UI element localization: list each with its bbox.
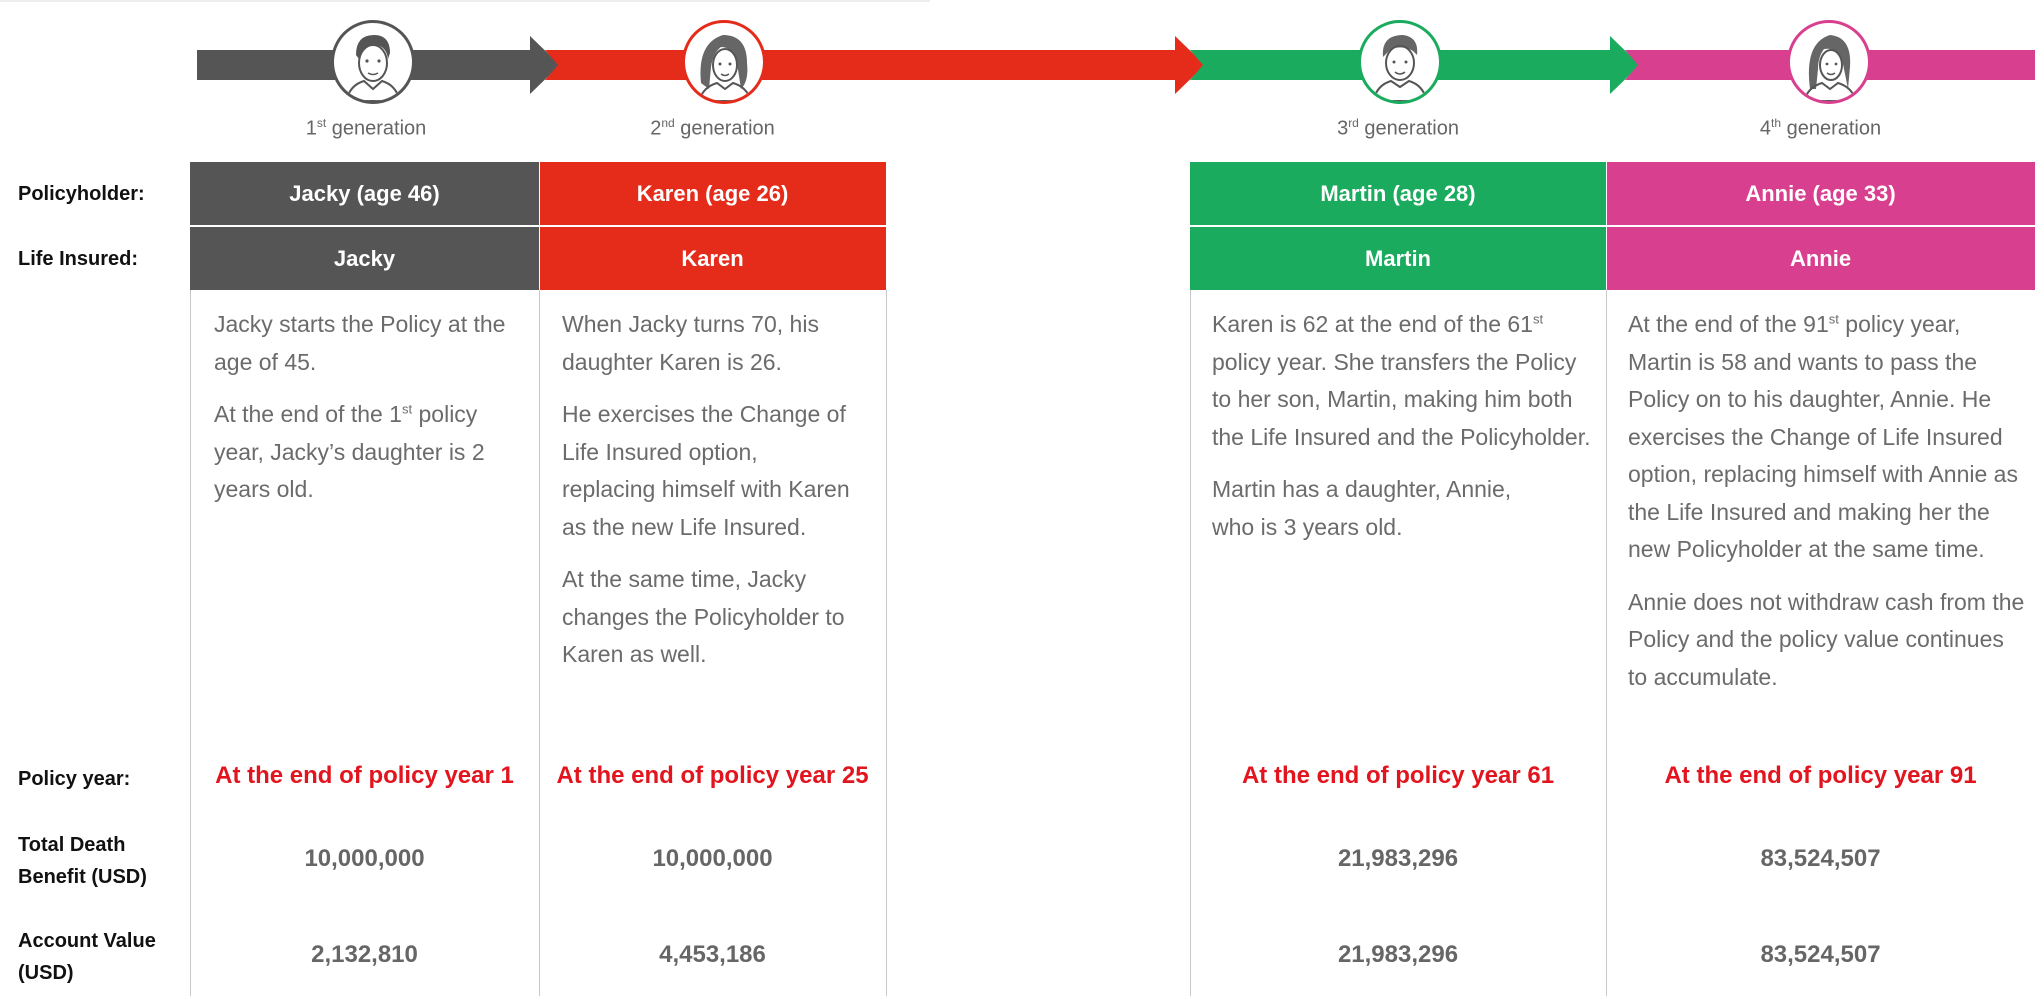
gen2-desc-p3: At the same time, Jacky changes the Poli… <box>562 566 845 667</box>
gen1-policy-year: At the end of policy year 1 <box>215 762 514 789</box>
gen3-desc-p2: Martin has a daughter, Annie, who is 3 y… <box>1212 476 1512 540</box>
gen2-arrow <box>545 36 1205 94</box>
gen3-account-value: 21,983,296 <box>1337 941 1459 968</box>
gen4-account-value: 83,524,507 <box>1760 941 1881 968</box>
gen4-life-insured-cell: Annie <box>1606 227 2035 290</box>
column-divider <box>886 290 887 996</box>
gen3-policy-year: At the end of policy year 61 <box>1241 762 1555 789</box>
young-man-avatar-icon <box>1358 20 1442 104</box>
gen1-desc-p2: At the end of the 1st policy year, Jacky… <box>214 401 485 502</box>
gen1-account-value: 2,132,810 <box>311 941 418 968</box>
gen4-total-death-benefit: 83,524,507 <box>1760 845 1881 872</box>
gen4-policy-year: At the end of policy year 91 <box>1664 762 1977 789</box>
young-woman-avatar-icon <box>1787 20 1871 104</box>
column-divider <box>1606 290 1607 996</box>
gen2-desc-p2: He exercises the Change of Life Insured … <box>562 401 850 540</box>
gen1-description: Jacky starts the Policy at the age of 45… <box>214 306 524 524</box>
account-value-label: Account Value (USD) <box>18 930 156 984</box>
column-divider <box>1190 290 1191 996</box>
gen1-life-insured-cell: Jacky <box>190 227 539 290</box>
gen3-label: 3rd generation <box>1337 116 1459 140</box>
gen2-description: When Jacky turns 70, his daughter Karen … <box>562 306 872 689</box>
gen3-description: Karen is 62 at the end of the 61st polic… <box>1212 306 1592 561</box>
policyholder-label: Policyholder: <box>18 183 145 205</box>
gen3-policyholder-cell: Martin (age 28) <box>1190 162 1606 225</box>
column-divider <box>190 290 191 996</box>
life-insured-label: Life Insured: <box>18 248 139 270</box>
gen1-policyholder-cell: Jacky (age 46) <box>190 162 539 225</box>
gen1-label: 1st generation <box>305 116 427 140</box>
gen3-total-death-benefit: 21,983,296 <box>1337 845 1459 872</box>
gen2-desc-p1: When Jacky turns 70, his daughter Karen … <box>562 311 819 375</box>
header-separator <box>1606 162 1607 290</box>
gen2-policyholder-cell: Karen (age 26) <box>539 162 886 225</box>
total-death-benefit-label: Total Death Benefit (USD) <box>18 834 147 888</box>
gen4-description: At the end of the 91st policy year, Mart… <box>1628 306 2028 711</box>
gen4-desc-p1: At the end of the 91st policy year, Mart… <box>1628 311 2018 562</box>
gen1-total-death-benefit: 10,000,000 <box>304 845 425 872</box>
woman-avatar-icon <box>682 20 766 104</box>
gen2-label: 2nd generation <box>650 116 775 140</box>
gen1-desc-p1: Jacky starts the Policy at the age of 45… <box>214 311 506 375</box>
policy-year-label: Policy year: <box>18 768 131 790</box>
gen4-label: 4th generation <box>1759 116 1882 140</box>
gen3-desc-p1: Karen is 62 at the end of the 61st polic… <box>1212 311 1591 450</box>
gen2-account-value: 4,453,186 <box>659 941 766 968</box>
gen2-policy-year: At the end of policy year 25 <box>556 762 869 789</box>
gen4-policyholder-cell: Annie (age 33) <box>1606 162 2035 225</box>
man-avatar-icon <box>331 20 415 104</box>
gen4-desc-p2: Annie does not withdraw cash from the Po… <box>1628 588 2025 690</box>
header-separator <box>539 162 540 290</box>
gen3-life-insured-cell: Martin <box>1190 227 1606 290</box>
column-divider <box>539 290 540 996</box>
gen2-total-death-benefit: 10,000,000 <box>652 845 773 872</box>
gen2-life-insured-cell: Karen <box>539 227 886 290</box>
